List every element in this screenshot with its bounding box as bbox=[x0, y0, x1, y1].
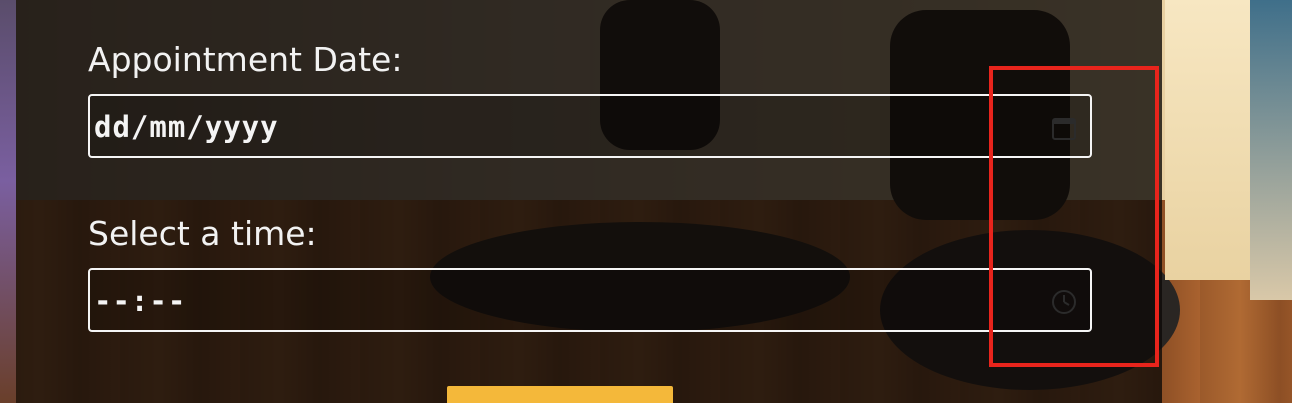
background-mirror bbox=[1250, 0, 1292, 300]
appointment-time-input[interactable]: --:-- bbox=[88, 268, 1092, 332]
appointment-time-placeholder: --:-- bbox=[94, 284, 187, 318]
appointment-date-label: Appointment Date: bbox=[88, 40, 403, 79]
background-edge bbox=[0, 0, 16, 403]
appointment-date-input[interactable]: dd/mm/yyyy bbox=[88, 94, 1092, 158]
appointment-form: Appointment Date: dd/mm/yyyy Select a ti… bbox=[88, 0, 1094, 403]
annotation-highlight-box bbox=[989, 66, 1159, 367]
page-bottom-edge bbox=[0, 403, 1292, 408]
background-mirror bbox=[1165, 0, 1263, 280]
appointment-date-placeholder: dd/mm/yyyy bbox=[94, 110, 279, 144]
submit-button[interactable] bbox=[447, 386, 673, 403]
select-time-label: Select a time: bbox=[88, 214, 317, 253]
